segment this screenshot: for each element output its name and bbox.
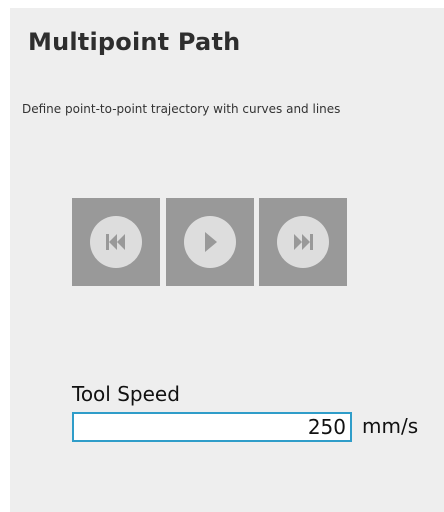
skip-back-icon — [90, 216, 142, 268]
skip-to-start-button[interactable] — [72, 198, 160, 286]
skip-to-end-button[interactable] — [259, 198, 347, 286]
tool-speed-input[interactable] — [72, 412, 352, 442]
play-button[interactable] — [166, 198, 254, 286]
tool-speed-unit: mm/s — [362, 414, 419, 438]
skip-forward-icon — [277, 216, 329, 268]
tool-speed-label: Tool Speed — [72, 382, 180, 406]
page-title: Multipoint Path — [28, 28, 241, 56]
play-icon — [184, 216, 236, 268]
page-description: Define point-to-point trajectory with cu… — [22, 102, 341, 116]
multipoint-path-panel: Multipoint Path Define point-to-point tr… — [10, 8, 444, 512]
